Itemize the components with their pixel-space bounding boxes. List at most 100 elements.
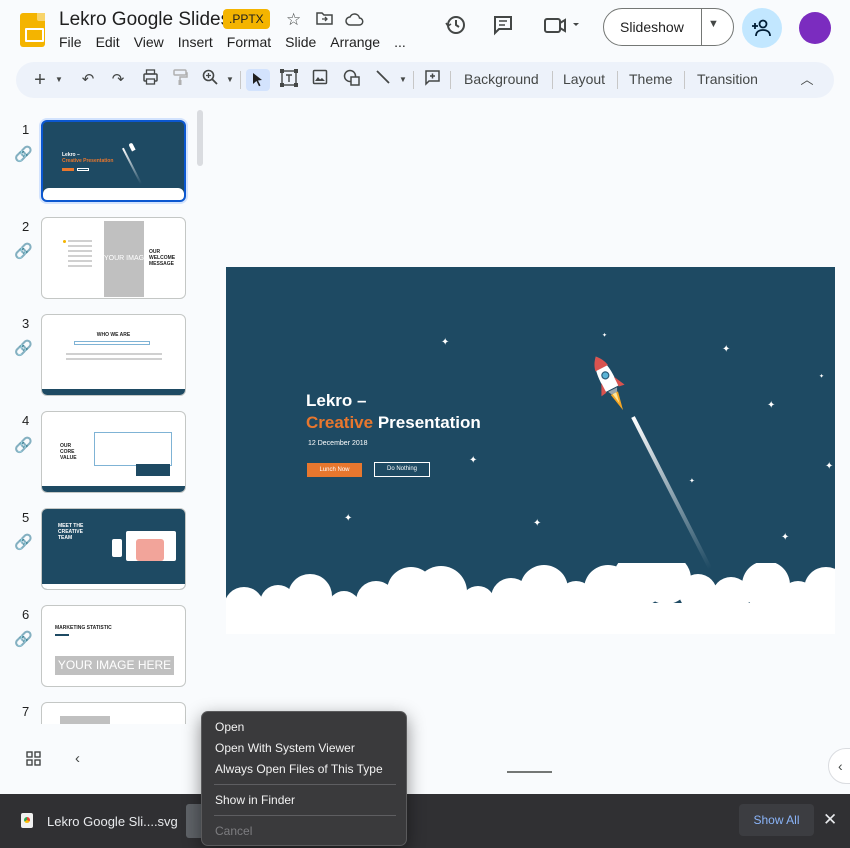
linked-slide-icon: 🔗 bbox=[14, 631, 33, 648]
slide-number: 7 bbox=[22, 704, 30, 719]
toolbar-separator bbox=[684, 71, 685, 89]
menu-item-show-in-finder[interactable]: Show in Finder bbox=[215, 793, 295, 807]
thumb-image-placeholder bbox=[60, 716, 110, 724]
thumb-dark-box bbox=[136, 464, 170, 476]
thumb-footer-clouds bbox=[42, 486, 185, 492]
toolbar-separator bbox=[413, 71, 414, 89]
comments-icon[interactable] bbox=[490, 14, 516, 40]
share-add-person-icon[interactable] bbox=[742, 8, 782, 48]
toolbar-separator bbox=[450, 71, 451, 89]
line-dropdown-icon[interactable]: ▼ bbox=[398, 69, 408, 91]
slide-number: 1 bbox=[22, 122, 30, 137]
close-download-bar-icon[interactable]: ✕ bbox=[823, 810, 837, 830]
side-panel-chevron-icon[interactable]: ‹ bbox=[828, 748, 850, 784]
transition-button[interactable]: Transition bbox=[697, 71, 758, 87]
menu-arrange[interactable]: Arrange bbox=[330, 34, 380, 50]
thumb-heading: MEET THE CREATIVE TEAM bbox=[58, 523, 84, 541]
downloaded-file-name[interactable]: Lekro Google Sli....svg bbox=[47, 814, 178, 829]
star-decoration: ✦ bbox=[441, 337, 450, 348]
menu-item-open-with-system-viewer[interactable]: Open With System Viewer bbox=[215, 741, 355, 755]
meet-call-icon[interactable] bbox=[542, 14, 584, 40]
speaker-notes-drag-handle[interactable] bbox=[507, 771, 552, 773]
slide-thumbnail-2[interactable]: YOUR IMAGE HERE OUR WELCOME MESSAGE bbox=[41, 217, 186, 299]
rocket-icon bbox=[584, 351, 638, 423]
menu-insert[interactable]: Insert bbox=[178, 34, 213, 50]
do-nothing-button[interactable]: Do Nothing bbox=[374, 462, 430, 477]
menu-format[interactable]: Format bbox=[227, 34, 271, 50]
thumb-text-lines bbox=[68, 240, 92, 270]
thumb-footer-clouds bbox=[42, 389, 185, 395]
collapse-toolbar-chevron-icon[interactable]: ︿ bbox=[799, 69, 815, 91]
thumb-image-placeholder: YOUR IMAGE HERE bbox=[104, 221, 144, 297]
menu-view[interactable]: View bbox=[134, 34, 164, 50]
menu-more[interactable]: ... bbox=[394, 34, 406, 50]
slide-number: 3 bbox=[22, 316, 30, 331]
collapse-filmstrip-chevron-icon[interactable]: ‹ bbox=[75, 750, 80, 767]
slides-logo-icon[interactable] bbox=[20, 13, 45, 47]
background-button[interactable]: Background bbox=[464, 71, 539, 87]
toolbar-separator bbox=[617, 71, 618, 89]
text-box-icon[interactable] bbox=[279, 69, 299, 91]
grid-view-icon[interactable] bbox=[26, 751, 41, 771]
slide-number: 5 bbox=[22, 510, 30, 525]
slide-thumbnail-1[interactable]: Lekro – Creative Presentation bbox=[41, 120, 186, 202]
rocket-icon bbox=[128, 142, 136, 152]
menu-item-always-open[interactable]: Always Open Files of This Type bbox=[215, 762, 383, 776]
slide-canvas[interactable]: ✦ ✦ ✦ ✦ ✦ ✦ ✦ ✦ ✦ ✦ ✦ Lekro – Creative P… bbox=[226, 267, 835, 634]
star-icon[interactable]: ☆ bbox=[286, 10, 301, 30]
linked-slide-icon: 🔗 bbox=[14, 146, 33, 163]
slide-thumbnail-4[interactable]: OUR CORE VALUE bbox=[41, 411, 186, 493]
menu-slide[interactable]: Slide bbox=[285, 34, 316, 50]
thumb-heading: OUR WELCOME MESSAGE bbox=[149, 249, 176, 267]
star-decoration: ✦ bbox=[602, 333, 608, 339]
star-decoration: ✦ bbox=[344, 513, 353, 524]
menu-separator bbox=[214, 815, 396, 816]
thumb-underline bbox=[55, 634, 69, 636]
thumb-values-box bbox=[94, 432, 172, 466]
print-icon[interactable] bbox=[140, 69, 160, 91]
star-decoration: ✦ bbox=[781, 532, 790, 543]
redo-icon[interactable]: ↷ bbox=[109, 69, 127, 91]
select-cursor-icon[interactable] bbox=[246, 69, 270, 91]
slide-number: 6 bbox=[22, 607, 30, 622]
menu-edit[interactable]: Edit bbox=[96, 34, 120, 50]
show-all-button[interactable]: Show All bbox=[739, 804, 814, 836]
account-avatar[interactable] bbox=[799, 12, 831, 44]
undo-icon[interactable]: ↶ bbox=[79, 69, 97, 91]
document-title[interactable]: Lekro Google Slides bbox=[59, 9, 230, 31]
slide-thumbnail-7[interactable] bbox=[41, 702, 186, 724]
zoom-dropdown-icon[interactable]: ▼ bbox=[225, 69, 235, 91]
file-type-badge: .PPTX bbox=[223, 9, 270, 29]
slide-filmstrip: 1 🔗 Lekro – Creative Presentation 2 🔗 YO… bbox=[0, 112, 210, 724]
download-options-chevron-icon[interactable] bbox=[186, 804, 202, 838]
slide-thumbnail-6[interactable]: MARKETING STATISTIC YOUR IMAGE HERE bbox=[41, 605, 186, 687]
menu-file[interactable]: File bbox=[59, 34, 82, 50]
slide-thumbnail-5[interactable]: MEET THE CREATIVE TEAM bbox=[41, 508, 186, 590]
thumb-heading: WHO WE ARE bbox=[96, 332, 131, 338]
thumb-subtitle: Creative Presentation bbox=[62, 158, 114, 164]
lunch-now-button[interactable]: Lunch Now bbox=[307, 463, 362, 477]
slideshow-button[interactable]: Slideshow ▼ bbox=[603, 8, 734, 46]
cloud-status-icon[interactable] bbox=[345, 11, 364, 31]
add-comment-icon[interactable] bbox=[422, 69, 442, 91]
slideshow-dropdown-icon[interactable]: ▼ bbox=[708, 18, 719, 30]
slide-subtitle: Creative Presentation bbox=[306, 413, 481, 433]
new-slide-plus-icon[interactable]: + bbox=[32, 69, 48, 91]
move-to-folder-icon[interactable] bbox=[316, 11, 333, 29]
slide-thumbnail-3[interactable]: WHO WE ARE bbox=[41, 314, 186, 396]
line-icon[interactable] bbox=[374, 69, 392, 91]
insert-image-icon[interactable] bbox=[311, 69, 329, 91]
new-slide-dropdown-icon[interactable]: ▼ bbox=[54, 69, 64, 91]
version-history-icon[interactable] bbox=[442, 14, 468, 40]
layout-button[interactable]: Layout bbox=[563, 71, 605, 87]
download-shelf: Lekro Google Sli....svg Show All ✕ bbox=[0, 794, 850, 848]
toolbar-separator bbox=[552, 71, 553, 89]
zoom-icon[interactable] bbox=[201, 69, 219, 91]
slide-subtitle-rest: Presentation bbox=[373, 413, 481, 432]
menu-item-open[interactable]: Open bbox=[215, 720, 244, 734]
thumb-bullet bbox=[63, 240, 66, 243]
star-decoration: ✦ bbox=[825, 461, 834, 472]
theme-button[interactable]: Theme bbox=[629, 71, 673, 87]
shape-icon[interactable] bbox=[342, 69, 362, 91]
paint-format-icon[interactable] bbox=[171, 69, 189, 91]
